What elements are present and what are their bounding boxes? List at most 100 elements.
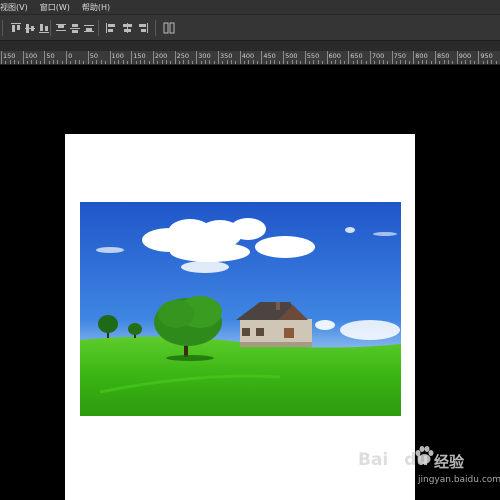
- ruler-minor-tick: [191, 61, 193, 64]
- ruler-label: 850: [437, 52, 450, 60]
- ruler-minor-tick: [100, 60, 102, 64]
- menu-item-window[interactable]: 窗口(W): [40, 2, 70, 13]
- ruler-minor-tick: [361, 60, 363, 64]
- align-horizontal-centers-icon[interactable]: [121, 22, 132, 34]
- ruler-minor-tick: [70, 61, 72, 64]
- ruler-major-tick: [109, 51, 111, 64]
- ruler-major-tick: [174, 51, 176, 64]
- ruler-minor-tick: [287, 61, 289, 64]
- ruler-minor-tick: [200, 61, 202, 64]
- ruler-minor-tick: [231, 60, 233, 64]
- distribute-vertical-centers-icon[interactable]: [69, 22, 80, 34]
- ruler-minor-tick: [430, 61, 432, 64]
- ruler-label: 550: [306, 52, 320, 60]
- watermark-brand: Bai: [358, 450, 389, 470]
- align-left-edges-icon[interactable]: [105, 22, 115, 34]
- ruler-label: 100: [111, 52, 124, 60]
- menu-item-help[interactable]: 帮助(H): [82, 2, 110, 13]
- ruler-minor-tick: [204, 60, 206, 64]
- ruler-major-tick: [435, 51, 436, 64]
- ruler-major-tick: [391, 51, 393, 64]
- ruler-minor-tick: [92, 61, 94, 64]
- auto-align-layers-icon[interactable]: [163, 22, 175, 34]
- ruler-label: 450: [263, 52, 276, 60]
- ruler-minor-tick: [339, 60, 341, 64]
- align-right-edges-icon[interactable]: [137, 22, 148, 34]
- ruler-minor-tick: [122, 60, 124, 64]
- canvas-area[interactable]: [0, 65, 500, 500]
- ruler-minor-tick: [387, 61, 389, 64]
- ruler-minor-tick: [335, 60, 337, 64]
- ruler-minor-tick: [495, 61, 497, 64]
- ruler-label: 750: [393, 52, 407, 60]
- watermark-brand-cn: 经验: [434, 453, 465, 471]
- ruler-minor-tick: [40, 61, 42, 64]
- ruler-label: 50: [46, 52, 55, 60]
- ruler-label: 150: [3, 52, 16, 60]
- ruler-minor-tick: [252, 60, 254, 64]
- ruler-minor-tick: [161, 60, 163, 64]
- ruler-minor-tick: [317, 60, 319, 64]
- ruler-minor-tick: [248, 60, 250, 64]
- watermark-site: jingyan.baidu.com: [418, 475, 500, 485]
- ruler-minor-tick: [356, 60, 358, 64]
- ruler-minor-tick: [5, 61, 7, 64]
- ruler-minor-tick: [148, 61, 150, 64]
- ruler-minor-tick: [296, 60, 298, 64]
- ruler-minor-tick: [278, 61, 280, 64]
- ruler-minor-tick: [170, 61, 172, 64]
- ruler-minor-tick: [74, 60, 76, 64]
- paw-icon: [414, 445, 434, 471]
- ruler-major-tick: [283, 51, 285, 64]
- ruler-label: 950: [480, 52, 493, 60]
- ruler-minor-tick: [452, 61, 454, 64]
- ruler-label: 50: [89, 52, 99, 60]
- ruler-label: 350: [220, 52, 233, 60]
- ruler-minor-tick: [265, 61, 267, 64]
- ruler-minor-tick: [274, 60, 276, 64]
- ruler-minor-tick: [14, 60, 16, 64]
- ruler-minor-tick: [395, 61, 397, 64]
- ruler-major-tick: [22, 51, 24, 64]
- ruler-minor-tick: [378, 60, 380, 64]
- distribute-top-icon[interactable]: [55, 22, 66, 34]
- ruler-minor-tick: [382, 60, 384, 64]
- ruler-minor-tick: [465, 60, 467, 64]
- ruler-major-tick: [326, 51, 328, 64]
- ruler-label: 700: [371, 52, 385, 60]
- ruler-minor-tick: [105, 61, 107, 64]
- ruler-minor-tick: [48, 61, 50, 64]
- menu-bar: 视图(V) 窗口(W) 帮助(H): [0, 0, 500, 15]
- ruler-major-tick: [456, 51, 458, 64]
- ruler-label: 300: [198, 52, 211, 60]
- ruler-minor-tick: [408, 61, 410, 64]
- ruler-major-tick: [304, 51, 306, 64]
- ruler-minor-tick: [257, 61, 259, 64]
- align-bottom-edges-icon[interactable]: [38, 22, 49, 34]
- distribute-bottom-icon[interactable]: [83, 22, 94, 34]
- ruler-minor-tick: [313, 60, 315, 64]
- ruler-minor-tick: [469, 60, 471, 64]
- ruler-minor-tick: [487, 60, 489, 64]
- align-vertical-centers-icon[interactable]: [24, 22, 35, 34]
- ruler-minor-tick: [352, 61, 354, 64]
- ruler-minor-tick: [27, 61, 29, 64]
- landscape-photo[interactable]: [80, 202, 401, 416]
- ruler-minor-tick: [135, 61, 137, 64]
- panel-gap: [0, 41, 500, 51]
- ruler-minor-tick: [183, 60, 185, 64]
- ruler-label: 100: [24, 52, 38, 60]
- ruler-minor-tick: [226, 60, 228, 64]
- align-top-edges-icon[interactable]: [10, 22, 21, 34]
- ruler-minor-tick: [244, 61, 246, 64]
- ruler-minor-tick: [374, 61, 376, 64]
- ruler-label: 250: [176, 52, 190, 60]
- ruler-minor-tick: [270, 60, 272, 64]
- ruler-minor-tick: [139, 60, 141, 64]
- horizontal-ruler: 150 100 50 0 50 100 150 200 250 300 350 400 450 500 55…: [0, 51, 500, 65]
- ruler-major-tick: [413, 51, 415, 64]
- ruler-minor-tick: [448, 60, 450, 64]
- separator: [98, 20, 99, 36]
- baidu-jingyan-watermark: Bai du 经验 jingyan.baidu.com: [358, 445, 500, 497]
- menu-item-view[interactable]: 视图(V): [0, 2, 28, 13]
